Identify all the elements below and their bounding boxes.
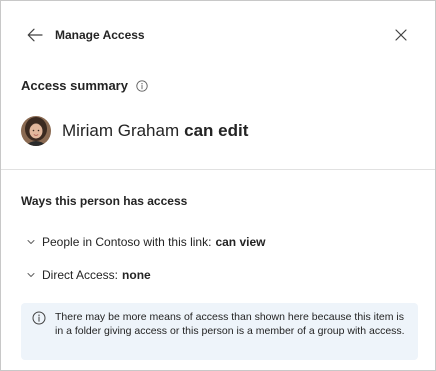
chevron-down-icon <box>27 238 35 246</box>
notice-text: There may be more means of access than s… <box>55 311 405 337</box>
info-icon[interactable] <box>136 79 148 92</box>
access-item-link[interactable]: People in Contoso with this link: can vie… <box>27 235 265 249</box>
access-item-label: People in Contoso with this link: <box>42 235 212 249</box>
arrow-left-icon <box>27 28 43 42</box>
info-icon <box>32 311 46 325</box>
chevron-down-icon <box>27 271 35 279</box>
section-divider <box>1 169 435 170</box>
access-item-value: none <box>122 268 151 282</box>
back-button[interactable] <box>25 25 45 45</box>
page-title: Manage Access <box>55 28 145 42</box>
manage-access-panel: Manage Access Access summary Miriam Grah… <box>0 0 436 371</box>
panel-header: Manage Access <box>1 1 435 69</box>
person-permission: can edit <box>184 121 249 140</box>
access-item-direct[interactable]: Direct Access: none <box>27 268 151 282</box>
info-notice: There may be more means of access than s… <box>21 303 418 360</box>
ways-title: Ways this person has access <box>21 194 188 208</box>
close-button[interactable] <box>391 25 411 45</box>
person-name: Miriam Graham <box>62 121 180 140</box>
close-icon <box>395 29 407 41</box>
person-summary: Miriam Graham can edit <box>21 116 248 146</box>
person-access-text: Miriam Graham can edit <box>62 121 248 141</box>
access-item-label: Direct Access: <box>42 268 119 282</box>
access-summary-label: Access summary <box>21 78 128 93</box>
access-summary-header: Access summary <box>21 78 148 93</box>
access-item-value: can view <box>215 235 266 249</box>
avatar <box>21 116 51 146</box>
